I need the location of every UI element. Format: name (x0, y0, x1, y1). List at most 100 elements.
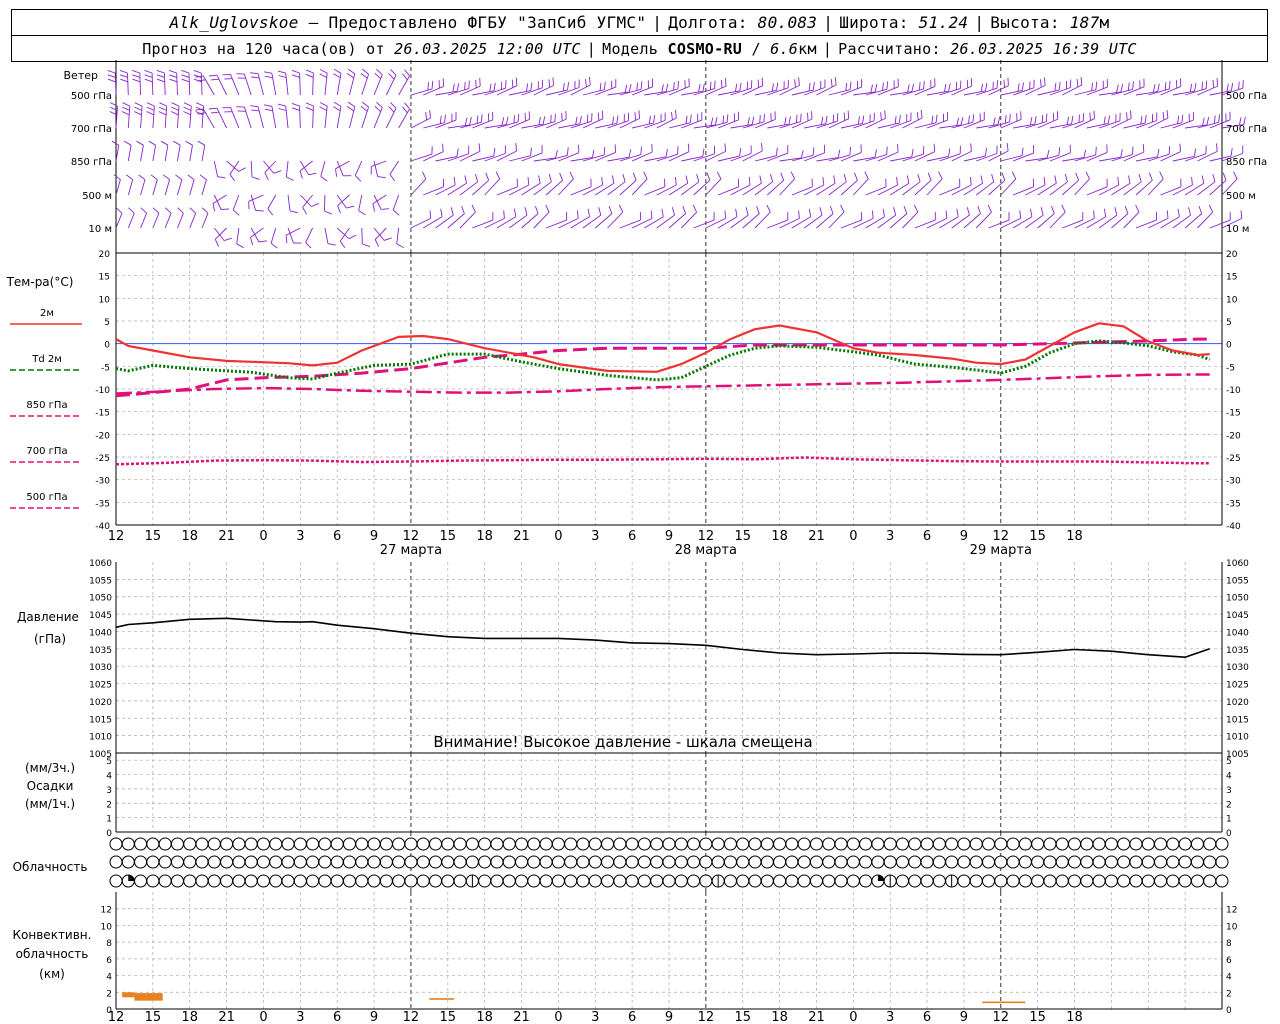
wind-barb-feather (346, 73, 354, 79)
hour-tick-label: 0 (849, 529, 857, 544)
cloud-cover-symbol (809, 837, 823, 851)
conv-tick-label-right: 6 (1226, 956, 1232, 966)
wind-barb-feather (923, 80, 925, 89)
cloud-cover-symbol (932, 855, 946, 869)
cloud-cover-symbol (318, 837, 332, 851)
wind-barb-feather (123, 140, 132, 146)
cloud-cover-symbol (662, 874, 676, 888)
wind-barb-feather (1083, 149, 1087, 158)
wind-barb-feather (107, 78, 116, 83)
hour-tick-label-bottom: 18 (476, 1010, 493, 1024)
wind-barb (939, 186, 960, 196)
wind-barb (1148, 217, 1169, 229)
wind-barb-feather (264, 75, 273, 79)
cloud-cover-symbol (490, 874, 504, 888)
wind-barb (1111, 88, 1133, 96)
wind-barb-feather (898, 115, 901, 124)
cloud-cover-symbol (404, 855, 418, 869)
wind-barb-feather (144, 74, 153, 78)
cloud-cover-symbol (1104, 837, 1118, 851)
cloud-cover-symbol (687, 874, 701, 888)
prec-tick-label-right: 1 (1226, 815, 1232, 825)
hour-tick-label-bottom: 9 (665, 1010, 673, 1024)
wind-barb-feather (489, 83, 492, 92)
cloud-quarter-fill (877, 875, 884, 881)
wind-barb-feather (360, 72, 368, 79)
wind-barb-feather (390, 102, 397, 109)
wind-barb (1025, 121, 1047, 129)
wind-barb-feather (146, 106, 155, 111)
cloud-cover-symbol (441, 837, 455, 851)
wind-barb-feather (113, 174, 121, 180)
wind-barb-feather (175, 174, 183, 180)
wind-barb-feather (374, 72, 382, 80)
wind-barb-feather (1218, 114, 1220, 123)
wind-barb-feather (611, 175, 615, 184)
wind-barb (358, 194, 363, 211)
temp-tick-label: -20 (95, 431, 110, 441)
hour-tick-label: 21 (218, 529, 235, 544)
cloud-cover-symbol (1043, 837, 1057, 851)
wind-barb-feather (716, 171, 722, 180)
wind-barb (374, 227, 387, 240)
cloud-cover-symbol (773, 874, 787, 888)
wind-barb-feather (550, 114, 552, 123)
wind-barb-feather (327, 243, 336, 246)
wind-level-label: 850 гПа (71, 157, 112, 168)
wind-barb-feather (555, 149, 558, 159)
wind-barb-feather (1011, 171, 1017, 180)
wind-barb-feather (1142, 144, 1145, 153)
wind-barb (816, 182, 836, 196)
wind-barb-feather (1041, 114, 1044, 123)
hour-tick-label-bottom: 6 (628, 1010, 636, 1024)
wind-barb (189, 179, 195, 196)
cloud-cover-symbol (846, 874, 860, 888)
cloud-cover-symbol (1166, 855, 1180, 869)
wind-barb (717, 186, 739, 196)
cloud-cover-symbol (637, 874, 651, 888)
wind-barb-feather (985, 82, 988, 91)
wind-barb-feather (217, 176, 226, 179)
wind-barb-feather (548, 79, 551, 88)
temp-tick-label-right: -5 (1226, 363, 1235, 373)
conv-tick-label-right: 2 (1226, 989, 1232, 999)
wind-barb-feather (769, 173, 774, 182)
cloud-cover-symbol (367, 855, 381, 869)
wind-barb-feather (427, 82, 429, 91)
wind-barb (263, 160, 275, 174)
hour-tick-label-bottom: 18 (181, 1010, 198, 1024)
wind-barb (267, 194, 277, 210)
temp-title: Тем-ра(°C) (6, 275, 74, 289)
cloud-cover-symbol (1129, 855, 1143, 869)
cloud-cover-symbol (429, 855, 443, 869)
cloud-cover-symbol (945, 855, 959, 869)
wind-barb (644, 186, 665, 196)
cloud-cover-symbol (711, 837, 725, 851)
wind-barb-feather (524, 207, 528, 216)
wind-barb-feather (798, 210, 800, 219)
cloud-cover-symbol (945, 837, 959, 851)
wind-barb-feather (210, 111, 219, 114)
wind-barb-feather (291, 69, 300, 74)
wind-barb-feather (1120, 83, 1124, 93)
cloud-cover-symbol (1117, 855, 1131, 869)
conv-tick-label-right: 12 (1226, 906, 1237, 916)
prec-tick-label: 0 (106, 829, 112, 839)
precip-unit-bottom: (мм/1ч.) (25, 797, 75, 811)
wind-barb (853, 178, 869, 196)
wind-barb-feather (847, 110, 850, 119)
wind-barb (1160, 186, 1182, 196)
wind-barb-feather (278, 108, 287, 111)
cloud-cover-symbol (1166, 874, 1180, 888)
wind-barb-feather (425, 112, 428, 121)
cloud-cover-symbol (330, 855, 344, 869)
wind-barb-feather (250, 72, 259, 75)
wind-barb-feather (115, 207, 123, 214)
wind-barb-feather (561, 112, 563, 121)
hour-tick-label: 12 (993, 529, 1010, 544)
wind-barb-feather (751, 116, 755, 125)
wind-barb-feather (390, 69, 397, 76)
wind-barb (447, 182, 467, 196)
cloud-cover-symbol (1018, 855, 1032, 869)
wind-barb-feather (907, 84, 910, 93)
